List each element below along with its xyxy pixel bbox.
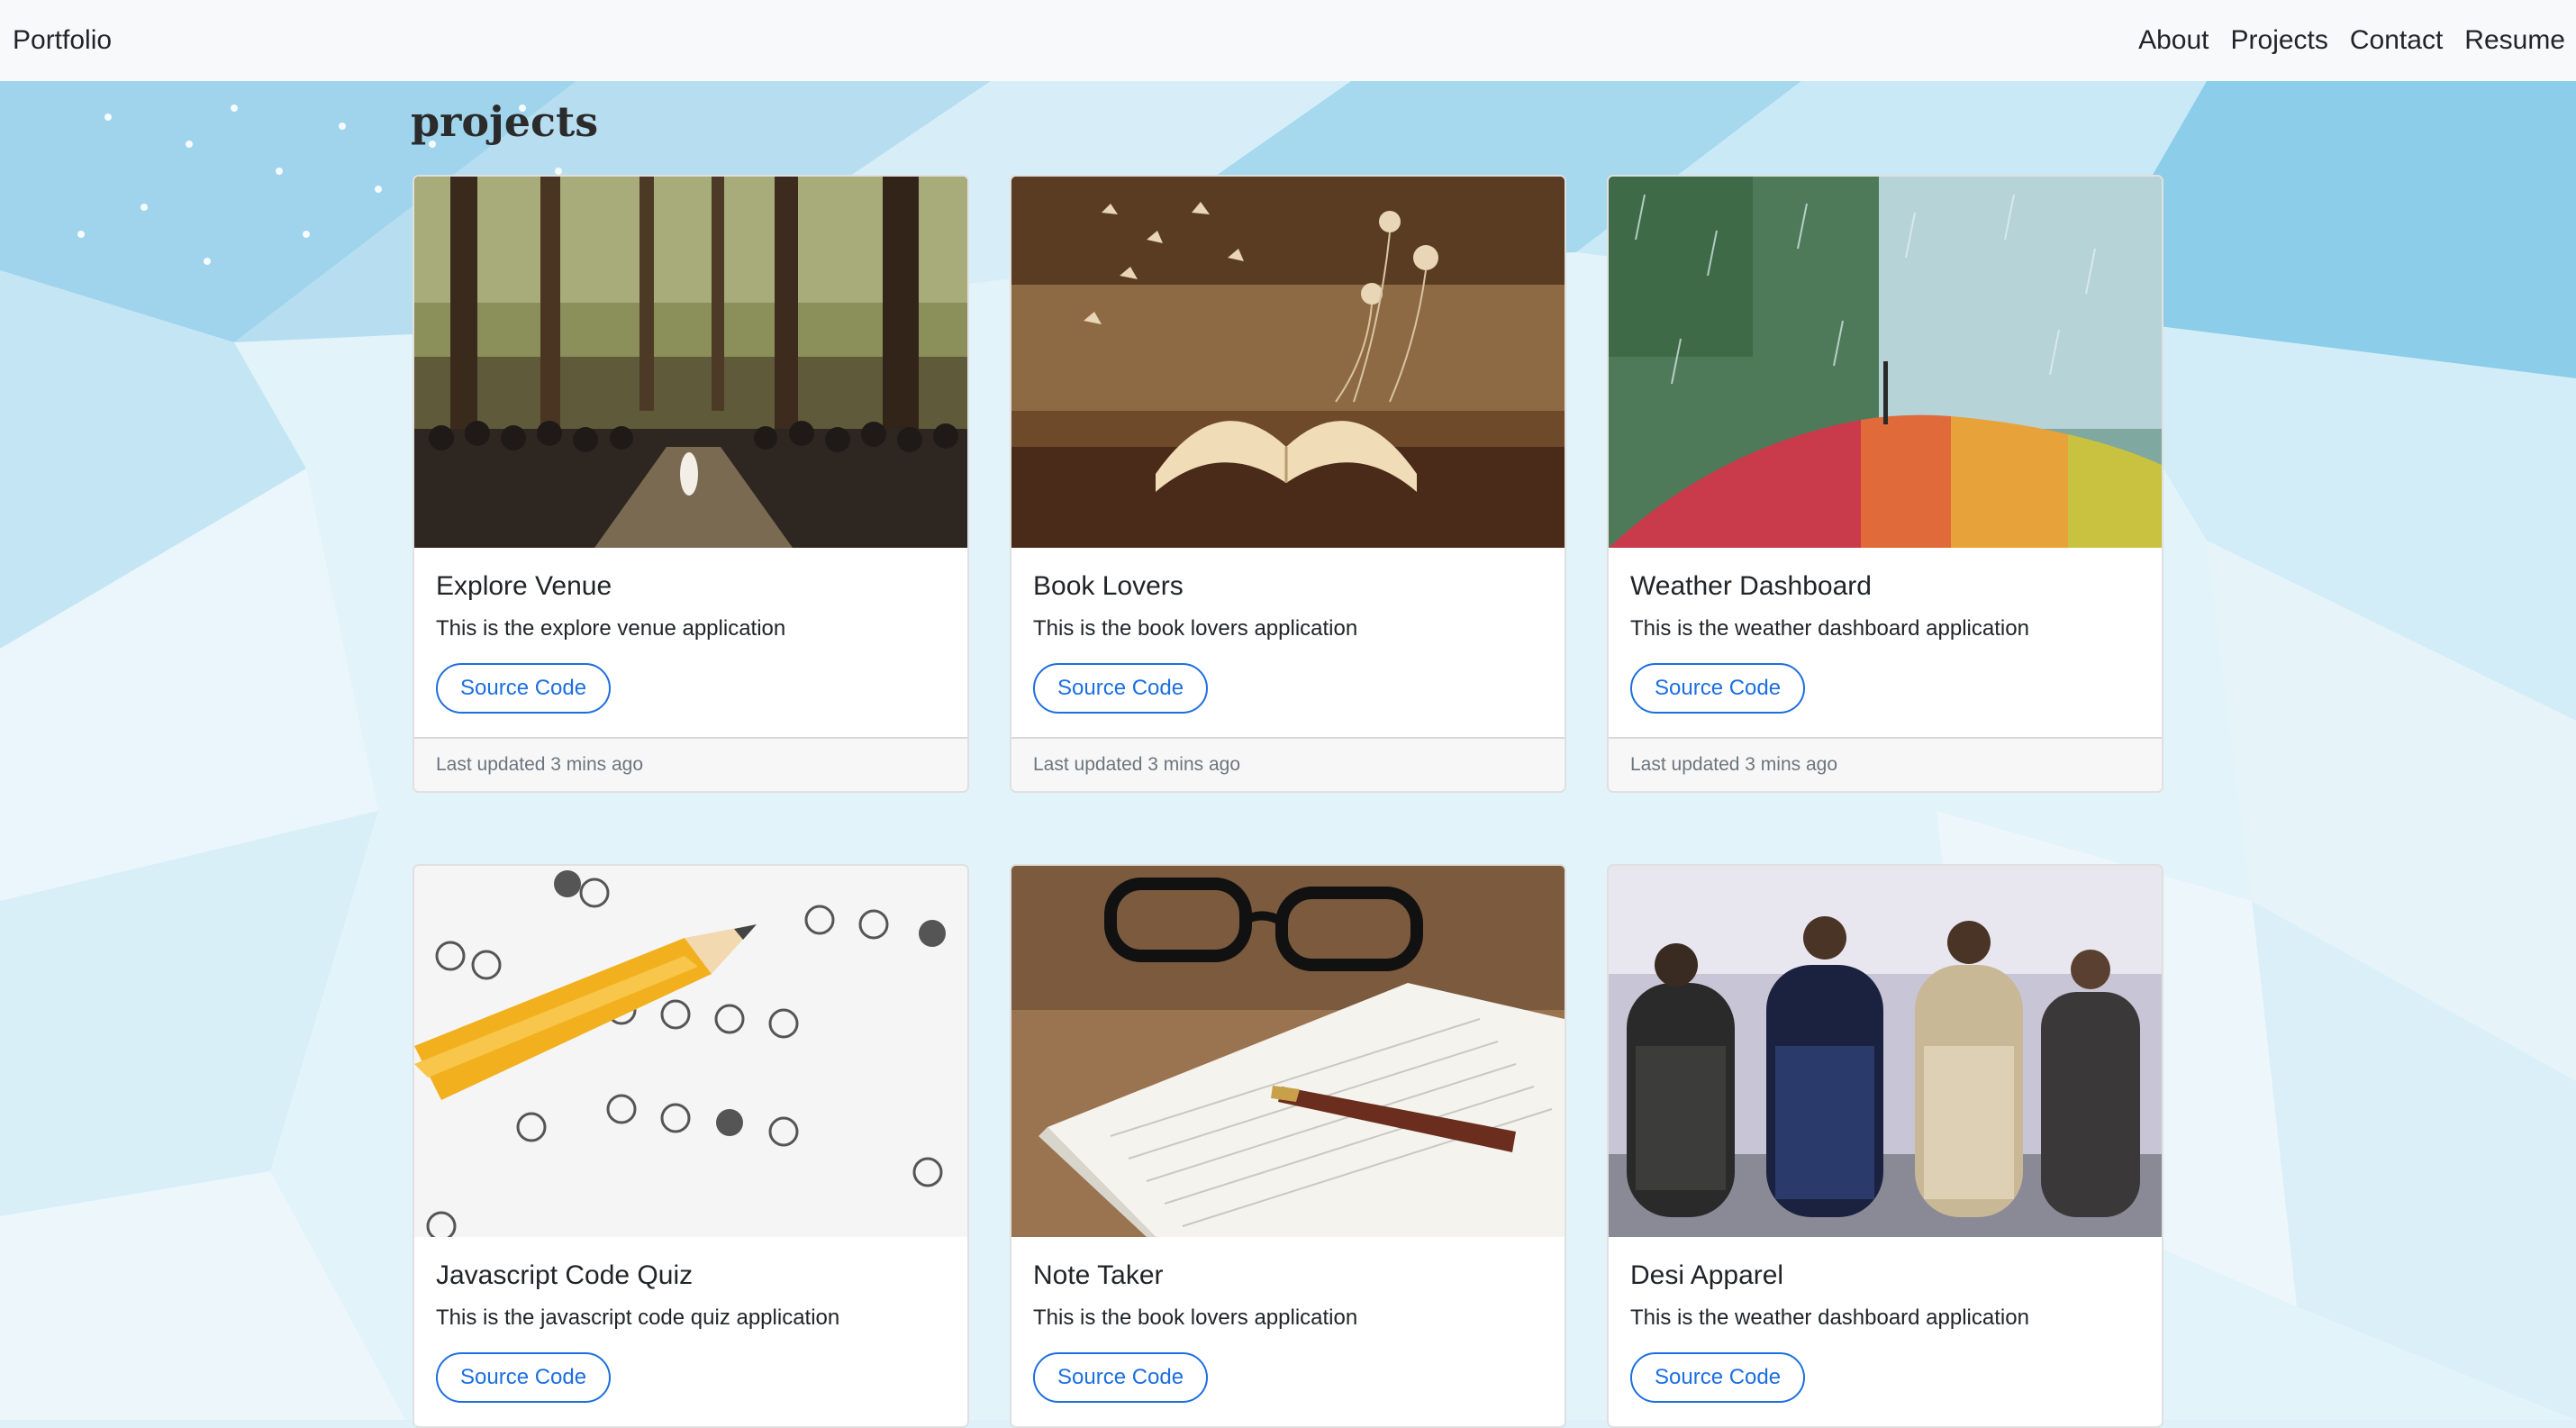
card-body: Explore Venue This is the explore venue … [414,548,967,737]
project-card-explore-venue: Explore Venue This is the explore venue … [413,175,969,793]
card-title: Desi Apparel [1630,1260,1784,1290]
brand-link[interactable]: Portfolio [13,25,112,56]
card-text: This is the weather dashboard applicatio… [1630,616,2029,641]
project-card-weather-dashboard: Weather Dashboard This is the weather da… [1607,175,2163,793]
project-card-desi-apparel: Desi Apparel This is the weather dashboa… [1607,864,2163,1428]
card-text: This is the weather dashboard applicatio… [1630,1305,2029,1330]
project-card-note-taker: Note Taker This is the book lovers appli… [1010,864,1566,1428]
card-title: Book Lovers [1033,571,1184,601]
project-image-open-book[interactable] [1011,177,1565,548]
nav-links: About Projects Contact Resume [2117,25,2565,56]
nav-link-resume[interactable]: Resume [2464,25,2565,56]
card-body: Note Taker This is the book lovers appli… [1011,1237,1565,1426]
page-heading: projects [411,97,599,146]
project-image-runway-models[interactable] [1609,866,2162,1237]
source-code-button[interactable]: Source Code [1033,663,1209,714]
card-body: Javascript Code Quiz This is the javascr… [414,1237,967,1426]
card-title: Explore Venue [436,571,612,601]
card-title: Weather Dashboard [1630,571,1872,601]
source-code-button[interactable]: Source Code [436,1352,612,1403]
navbar: Portfolio About Projects Contact Resume [0,0,2576,81]
project-image-rainbow-umbrella[interactable] [1609,177,2162,548]
source-code-button[interactable]: Source Code [1630,1352,1806,1403]
card-title: Note Taker [1033,1260,1164,1290]
project-card-book-lovers: Book Lovers This is the book lovers appl… [1010,175,1566,793]
nav-link-projects[interactable]: Projects [2231,25,2328,56]
card-footer: Last updated 3 mins ago [1011,737,1565,791]
card-title: Javascript Code Quiz [436,1260,694,1290]
project-image-answer-sheet[interactable] [414,866,967,1237]
card-text: This is the book lovers application [1033,1305,1358,1330]
nav-link-contact[interactable]: Contact [2350,25,2443,56]
source-code-button[interactable]: Source Code [1630,663,1806,714]
card-body: Desi Apparel This is the weather dashboa… [1609,1237,2162,1426]
project-card-javascript-code-quiz: Javascript Code Quiz This is the javascr… [413,864,969,1428]
nav-link-about[interactable]: About [2138,25,2209,56]
card-body: Book Lovers This is the book lovers appl… [1011,548,1565,737]
card-footer: Last updated 3 mins ago [414,737,967,791]
source-code-button[interactable]: Source Code [1033,1352,1209,1403]
card-text: This is the explore venue application [436,616,786,641]
project-image-forest-wedding[interactable] [414,177,967,548]
card-body: Weather Dashboard This is the weather da… [1609,548,2162,737]
card-footer: Last updated 3 mins ago [1609,737,2162,791]
project-image-notebook-glasses[interactable] [1011,866,1565,1237]
card-text: This is the javascript code quiz applica… [436,1305,840,1330]
source-code-button[interactable]: Source Code [436,663,612,714]
card-text: This is the book lovers application [1033,616,1358,641]
